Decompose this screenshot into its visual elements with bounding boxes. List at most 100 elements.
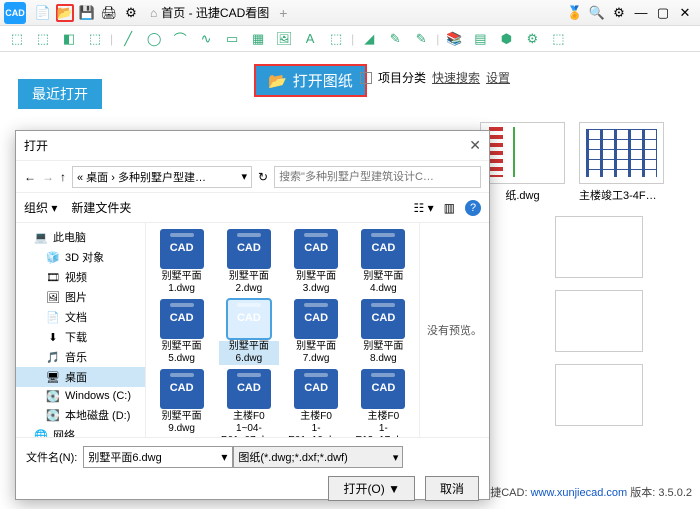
tool-icon[interactable]: ⬢: [497, 30, 515, 48]
tool-icon[interactable]: ⬚: [8, 30, 26, 48]
open-drawing-highlight: 📂 打开图纸: [254, 64, 367, 97]
file-item[interactable]: CAD主楼F01-E13~17.dwg: [354, 369, 413, 437]
line-tool-icon[interactable]: ╱: [119, 30, 137, 48]
tree-item[interactable]: 🖼图片: [16, 287, 145, 307]
tree-item[interactable]: 💻此电脑: [16, 227, 145, 247]
file-item[interactable]: CAD别墅平面3.dwg: [287, 229, 346, 295]
polyline-tool-icon[interactable]: ∿: [197, 30, 215, 48]
cad-file-icon: CAD: [227, 229, 271, 269]
file-item[interactable]: CAD别墅平面5.dwg: [152, 299, 211, 365]
tree-item[interactable]: 🖥桌面: [16, 367, 145, 387]
maximize-button[interactable]: ▢: [654, 4, 672, 22]
footer-link[interactable]: www.xunjiecad.com: [531, 487, 628, 499]
file-item[interactable]: CAD别墅平面1.dwg: [152, 229, 211, 295]
recent-thumb[interactable]: 纸.dwg: [480, 122, 565, 203]
nav-back-icon[interactable]: ←: [24, 170, 36, 184]
tree-item[interactable]: 📄文档: [16, 307, 145, 327]
dialog-close-button[interactable]: ✕: [469, 137, 481, 154]
file-item[interactable]: CAD主楼F01~04-P01~07.dwg: [219, 369, 278, 437]
tree-item[interactable]: 🎞视频: [16, 267, 145, 287]
tree-item[interactable]: ⬇下载: [16, 327, 145, 347]
dialog-path-row: ← → ↑ « 桌面 › 多种别墅户型建… ▾ ↻: [16, 161, 489, 193]
minimize-button[interactable]: —: [632, 4, 650, 22]
preview-pane-icon[interactable]: ▥: [444, 201, 455, 215]
file-item[interactable]: CAD别墅平面4.dwg: [354, 229, 413, 295]
organize-menu[interactable]: 组织 ▾: [24, 199, 57, 216]
view-mode-icon[interactable]: ☷ ▾: [414, 201, 434, 215]
text-tool-icon[interactable]: A: [301, 30, 319, 48]
tool-icon[interactable]: ▤: [471, 30, 489, 48]
tool-icon[interactable]: ✎: [386, 30, 404, 48]
folder-tree: 💻此电脑🧊3D 对象🎞视频🖼图片📄文档⬇下载🎵音乐🖥桌面 💽 Windows (C:…: [16, 223, 146, 437]
save-icon[interactable]: 💾: [78, 4, 96, 22]
tree-item-icon: 💽: [46, 389, 60, 403]
filetype-select[interactable]: 图纸(*.dwg;*.dxf;*.dwf) ▾: [233, 446, 403, 468]
tree-item-label: Windows (C:): [65, 390, 131, 402]
tree-item[interactable]: 🌐网络: [16, 425, 145, 437]
tool-icon[interactable]: ◧: [60, 30, 78, 48]
cad-file-icon: CAD: [294, 299, 338, 339]
zoom-icon[interactable]: 🔍: [588, 4, 606, 22]
image-tool-icon[interactable]: 🖼: [275, 30, 293, 48]
open-file-icon[interactable]: 📂: [56, 4, 74, 22]
dialog-bottom: 文件名(N): ▾ 图纸(*.dwg;*.dxf;*.dwf) ▾ 打开(O) …: [16, 437, 489, 509]
settings-icon[interactable]: ⚙: [610, 4, 628, 22]
circle-tool-icon[interactable]: ◯: [145, 30, 163, 48]
tree-item[interactable]: 🧊3D 对象: [16, 247, 145, 267]
open-drawing-label: 打开图纸: [293, 70, 353, 91]
print-icon[interactable]: 🖨: [100, 4, 118, 22]
quick-search-link[interactable]: 快速搜索: [432, 69, 480, 86]
file-name: 别墅平面5.dwg: [152, 341, 211, 365]
open-button[interactable]: 打开(O) ▼: [328, 476, 415, 501]
layer-tool-icon[interactable]: 📚: [445, 30, 463, 48]
medal-icon[interactable]: 🏅: [566, 4, 584, 22]
home-tab[interactable]: ⌂ 首页 - 迅捷CAD看图: [150, 4, 269, 21]
erase-tool-icon[interactable]: ◢: [360, 30, 378, 48]
tool-icon[interactable]: ⬚: [549, 30, 567, 48]
tool-icon[interactable]: ⬚: [34, 30, 52, 48]
tree-item[interactable]: 🎵音乐: [16, 347, 145, 367]
nav-up-icon[interactable]: ↑: [60, 170, 66, 184]
new-file-icon[interactable]: 📄: [34, 4, 52, 22]
footer: 迅捷CAD: www.xunjiecad.com 版本: 3.5.0.2: [479, 484, 692, 500]
add-tab-button[interactable]: +: [279, 5, 287, 21]
rect-tool-icon[interactable]: ▭: [223, 30, 241, 48]
search-input[interactable]: [274, 166, 481, 188]
file-item[interactable]: CAD别墅平面9.dwg: [152, 369, 211, 437]
breadcrumb[interactable]: « 桌面 › 多种别墅户型建… ▾: [72, 166, 252, 188]
file-name: 别墅平面8.dwg: [354, 341, 413, 365]
file-item[interactable]: CAD别墅平面7.dwg: [287, 299, 346, 365]
arc-tool-icon[interactable]: ⌒: [171, 30, 189, 48]
refresh-icon[interactable]: ↻: [258, 170, 268, 184]
file-item[interactable]: CAD别墅平面6.dwg: [219, 299, 278, 365]
help-icon[interactable]: ?: [465, 200, 481, 216]
tool-icon[interactable]: ⬚: [86, 30, 104, 48]
file-item[interactable]: CAD主楼F01-E01~10.dwg: [287, 369, 346, 437]
filename-input[interactable]: [83, 446, 233, 468]
file-name: 别墅平面3.dwg: [287, 271, 346, 295]
nav-fwd-icon[interactable]: →: [42, 170, 54, 184]
open-drawing-button[interactable]: 📂 打开图纸: [256, 66, 365, 95]
recent-open-tab[interactable]: 最近打开: [18, 79, 102, 109]
cad-file-icon: CAD: [227, 369, 271, 409]
tree-item-icon: ⬇: [46, 330, 60, 344]
tree-item[interactable]: 💽本地磁盘 (D:): [16, 405, 145, 425]
recent-thumb[interactable]: 主楼竣工3-4F平面系…: [579, 122, 664, 203]
project-group-checkbox[interactable]: [360, 72, 372, 84]
tool-icon[interactable]: ⬚: [327, 30, 345, 48]
file-item[interactable]: CAD别墅平面8.dwg: [354, 299, 413, 365]
settings-link[interactable]: 设置: [486, 69, 510, 86]
tool-icon[interactable]: ⚙: [523, 30, 541, 48]
file-item[interactable]: CAD别墅平面2.dwg: [219, 229, 278, 295]
cancel-button[interactable]: 取消: [425, 476, 479, 501]
config-icon[interactable]: ⚙: [122, 4, 140, 22]
thumb-preview: [480, 122, 565, 184]
filename-label: 文件名(N):: [26, 449, 77, 465]
tool-icon[interactable]: ▦: [249, 30, 267, 48]
tool-icon[interactable]: ✎: [412, 30, 430, 48]
cad-file-icon: CAD: [294, 369, 338, 409]
new-folder-button[interactable]: 新建文件夹: [71, 199, 131, 216]
close-button[interactable]: ✕: [676, 4, 694, 22]
tree-item[interactable]: 💽 Windows (C:): [16, 387, 145, 405]
main-area: 📂 打开图纸 项目分类 快速搜索 设置 最近打开 纸.dwg 主楼竣工3-4F平…: [0, 52, 700, 502]
